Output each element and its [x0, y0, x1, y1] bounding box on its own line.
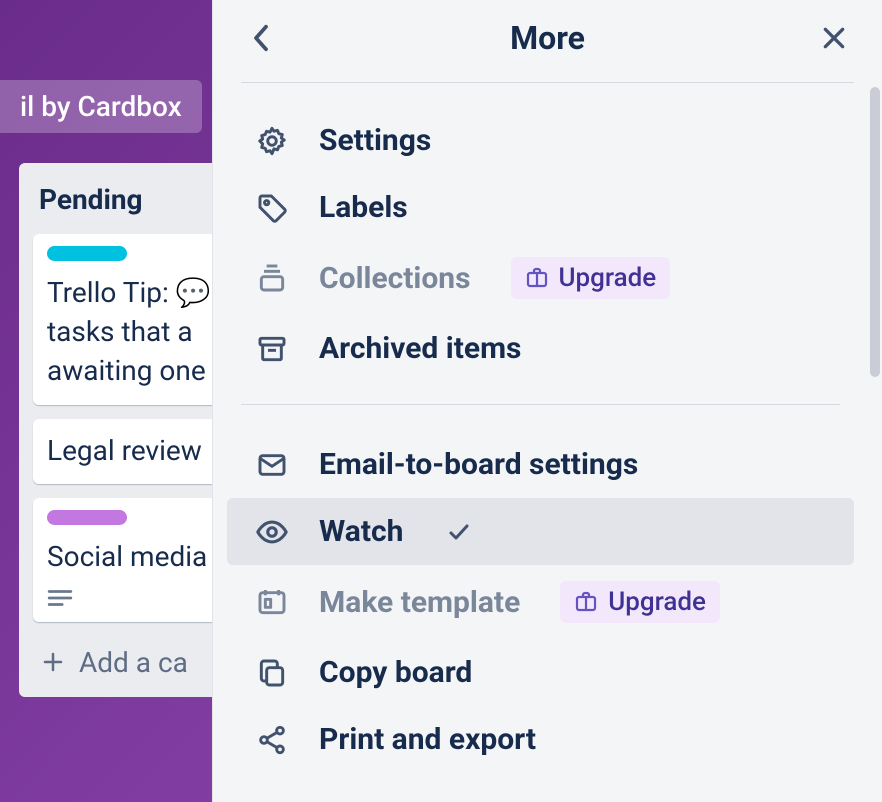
menu-item-label: Email-to-board settings	[319, 447, 638, 482]
copy-icon	[255, 656, 289, 690]
upgrade-badge[interactable]: Upgrade	[511, 257, 671, 299]
briefcase-icon	[574, 590, 598, 614]
close-button[interactable]	[814, 18, 854, 58]
menu-item-collections[interactable]: Collections Upgrade	[227, 241, 854, 315]
more-menu-panel: More Setting	[212, 0, 882, 802]
tag-icon	[255, 191, 289, 225]
panel-title: More	[510, 19, 585, 57]
menu-item-copy[interactable]: Copy board	[227, 639, 854, 706]
plus-icon	[41, 650, 65, 674]
menu-item-label: Settings	[319, 123, 431, 158]
menu-item-labels[interactable]: Labels	[227, 174, 854, 241]
mail-icon	[255, 448, 289, 482]
check-icon	[447, 520, 471, 544]
menu-item-label: Make template	[319, 585, 520, 620]
menu-item-label: Print and export	[319, 722, 536, 757]
briefcase-icon	[525, 266, 549, 290]
menu-item-print[interactable]: Print and export	[227, 706, 854, 773]
menu-item-email[interactable]: Email-to-board settings	[227, 431, 854, 498]
menu-item-label: Labels	[319, 190, 408, 225]
back-button[interactable]	[241, 18, 281, 58]
card-label-chip[interactable]	[47, 246, 127, 261]
archive-icon	[255, 332, 289, 366]
template-icon	[255, 585, 289, 619]
menu-item-label: Collections	[319, 261, 471, 296]
panel-header: More	[213, 0, 882, 82]
card-label-chip[interactable]	[47, 510, 127, 525]
add-card-label: Add a ca	[79, 646, 188, 679]
upgrade-badge-label: Upgrade	[608, 587, 706, 617]
menu-item-watch[interactable]: Watch	[227, 498, 854, 565]
menu-scroll-area[interactable]: Settings Labels	[213, 83, 868, 802]
scrollbar-thumb[interactable]	[870, 87, 880, 377]
gear-icon	[255, 124, 289, 158]
board-background: il by Cardbox Pending Trello Tip: 💬 task…	[0, 0, 882, 802]
close-icon	[821, 25, 847, 51]
divider	[241, 404, 840, 405]
menu-item-label: Archived items	[319, 331, 521, 366]
cardbox-button-label: il by Cardbox	[20, 90, 182, 123]
cardbox-button[interactable]: il by Cardbox	[0, 80, 202, 133]
stack-icon	[255, 261, 289, 295]
menu-item-label: Copy board	[319, 655, 472, 690]
upgrade-badge[interactable]: Upgrade	[560, 581, 720, 623]
eye-icon	[255, 515, 289, 549]
menu-item-settings[interactable]: Settings	[227, 107, 854, 174]
menu-item-template[interactable]: Make template Upgrade	[227, 565, 854, 639]
menu-item-archived[interactable]: Archived items	[227, 315, 854, 382]
upgrade-badge-label: Upgrade	[559, 263, 657, 293]
chevron-left-icon	[250, 23, 272, 53]
panel-body: Settings Labels	[213, 83, 882, 802]
share-icon	[255, 723, 289, 757]
menu-item-label: Watch	[319, 514, 403, 549]
